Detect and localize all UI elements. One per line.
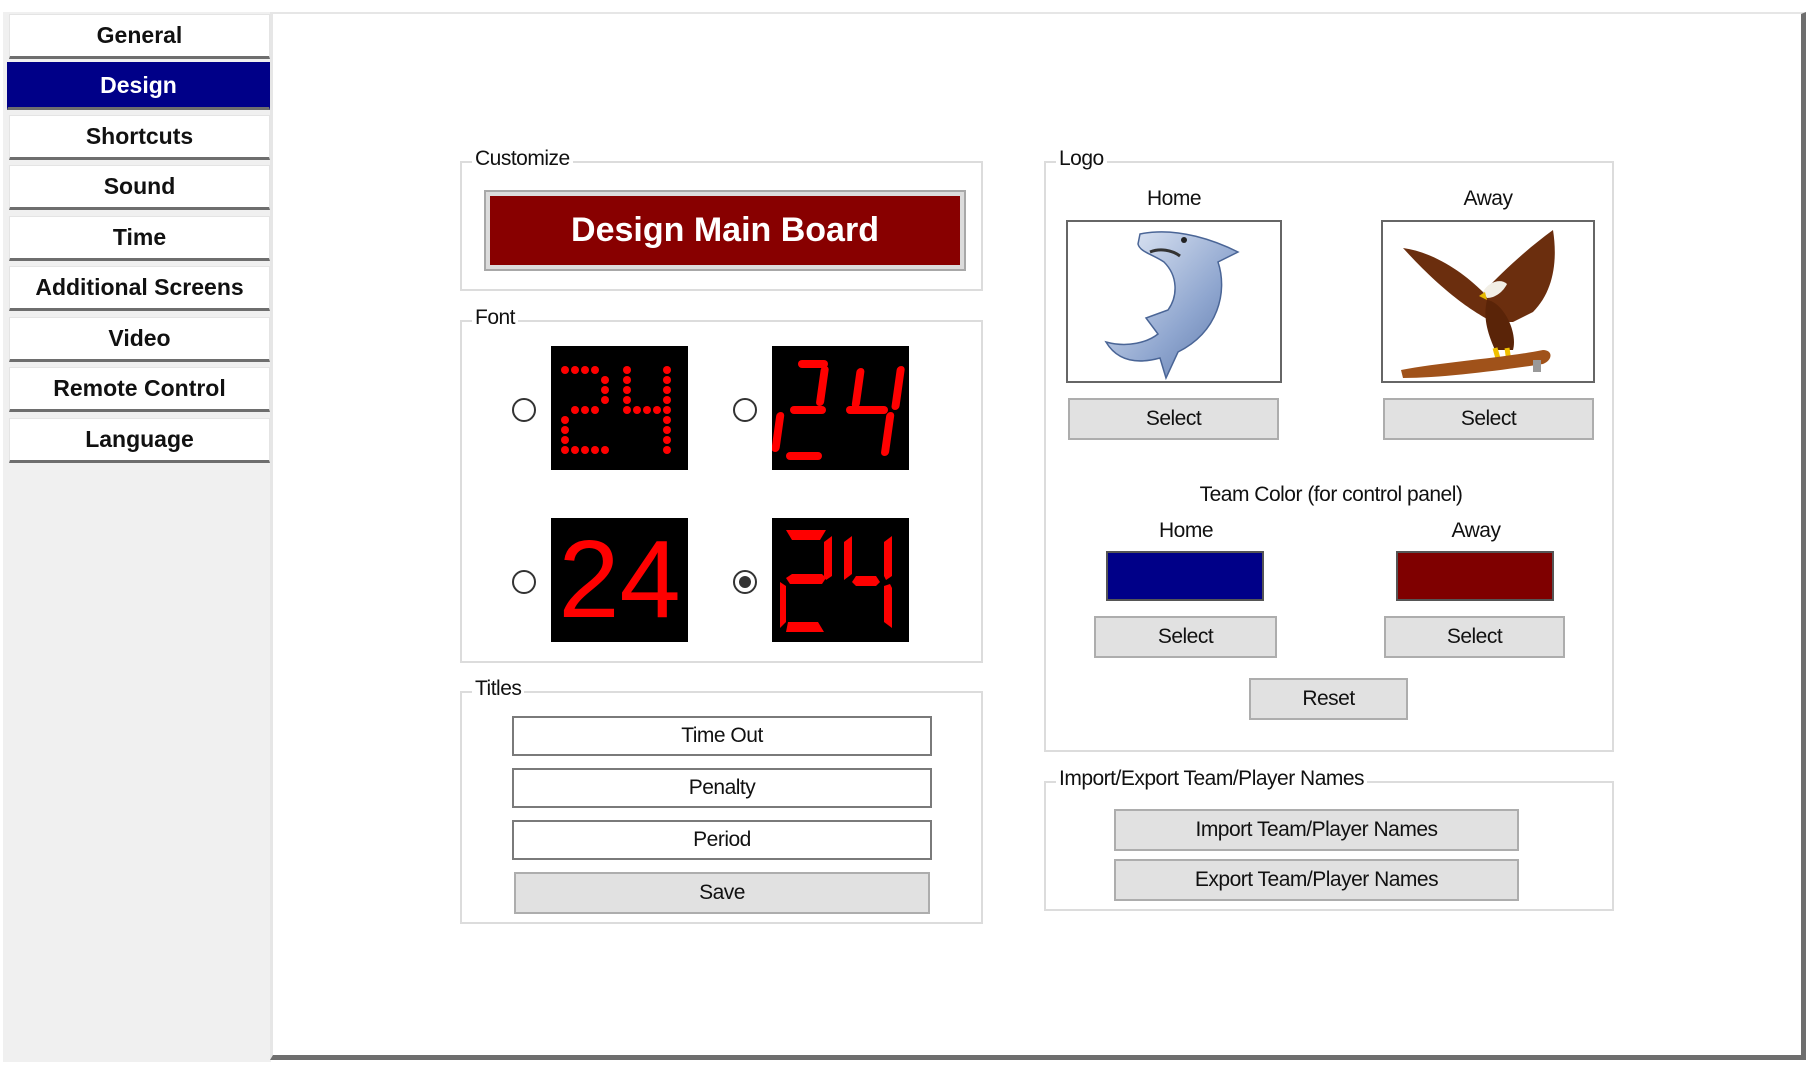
titles-save-button[interactable]: Save [514,872,930,914]
titles-group: Titles Time Out Penalty Period Save [460,677,983,924]
title-timeout-input[interactable]: Time Out [512,716,932,756]
logo-home-label: Home [1146,187,1202,210]
eagle-logo-icon [1401,230,1555,378]
design-main-board-button[interactable]: Design Main Board [484,190,966,271]
sidebar-item-general[interactable]: General [9,14,270,59]
away-logo-select-button[interactable]: Select [1383,398,1594,440]
sidebar-item-label: Additional Screens [35,274,244,300]
sidebar-item-sound[interactable]: Sound [9,165,270,210]
font-sample-seven-segment-slanted[interactable] [771,346,909,470]
sidebar-item-label: General [96,22,183,48]
team-color-away-label: Away [1451,519,1501,542]
sidebar-item-label: Remote Control [53,375,226,401]
design-main-board-label: Design Main Board [490,196,960,265]
home-logo-image [1066,220,1282,383]
sidebar-item-label: Sound [103,173,176,199]
customize-group: Customize Design Main Board [460,147,983,291]
team-color-home-label: Home [1158,519,1214,542]
import-names-button[interactable]: Import Team/Player Names [1114,809,1519,851]
shark-logo-icon [1104,231,1240,381]
font-radio-seven-segment[interactable] [733,570,757,594]
customize-legend: Customize [472,147,573,171]
plain-digits-label: 24 [558,518,681,641]
font-sample-plain[interactable]: 24 [551,518,688,642]
sidebar-item-remote-control[interactable]: Remote Control [9,367,270,412]
team-color-reset-button[interactable]: Reset [1249,678,1408,720]
import-export-group: Import/Export Team/Player Names Import T… [1044,767,1614,911]
dot-matrix-digits-icon [561,366,671,454]
sidebar-item-video[interactable]: Video [9,317,270,362]
font-legend: Font [472,306,519,330]
font-radio-seven-segment-slanted[interactable] [733,398,757,422]
font-sample-dot-matrix[interactable] [551,346,688,470]
font-sample-seven-segment[interactable] [772,518,909,642]
font-group: Font 24 [460,306,983,663]
away-logo-image [1381,220,1595,383]
sidebar-item-shortcuts[interactable]: Shortcuts [9,115,270,160]
logo-legend: Logo [1056,147,1107,171]
title-penalty-input[interactable]: Penalty [512,768,932,808]
title-period-input[interactable]: Period [512,820,932,860]
sidebar: General Design Shortcuts Sound Time Addi… [3,12,271,1062]
sidebar-item-label: Time [112,224,167,250]
home-color-swatch [1106,551,1264,601]
sidebar-item-label: Language [85,426,194,452]
seven-segment-digits-icon [780,530,892,632]
away-color-select-button[interactable]: Select [1384,616,1565,658]
slanted-segment-digits-icon [771,360,905,460]
home-logo-select-button[interactable]: Select [1068,398,1279,440]
team-color-title: Team Color (for control panel) [1199,483,1463,506]
logo-away-label: Away [1463,187,1513,210]
logo-group: Logo Home Select Away Select Team Color … [1044,147,1614,752]
sidebar-item-language[interactable]: Language [9,418,270,463]
sidebar-item-label: Shortcuts [85,123,194,149]
font-radio-dot-matrix[interactable] [512,398,536,422]
titles-legend: Titles [472,677,525,701]
sidebar-item-label: Video [108,325,171,351]
export-names-button[interactable]: Export Team/Player Names [1114,859,1519,901]
away-color-swatch [1396,551,1554,601]
sidebar-item-label: Design [100,71,177,98]
sidebar-item-additional-screens[interactable]: Additional Screens [9,266,270,311]
import-export-legend: Import/Export Team/Player Names [1056,767,1368,791]
sidebar-item-design[interactable]: Design [7,62,270,110]
font-radio-plain[interactable] [512,570,536,594]
sidebar-item-time[interactable]: Time [9,216,270,261]
home-color-select-button[interactable]: Select [1094,616,1277,658]
